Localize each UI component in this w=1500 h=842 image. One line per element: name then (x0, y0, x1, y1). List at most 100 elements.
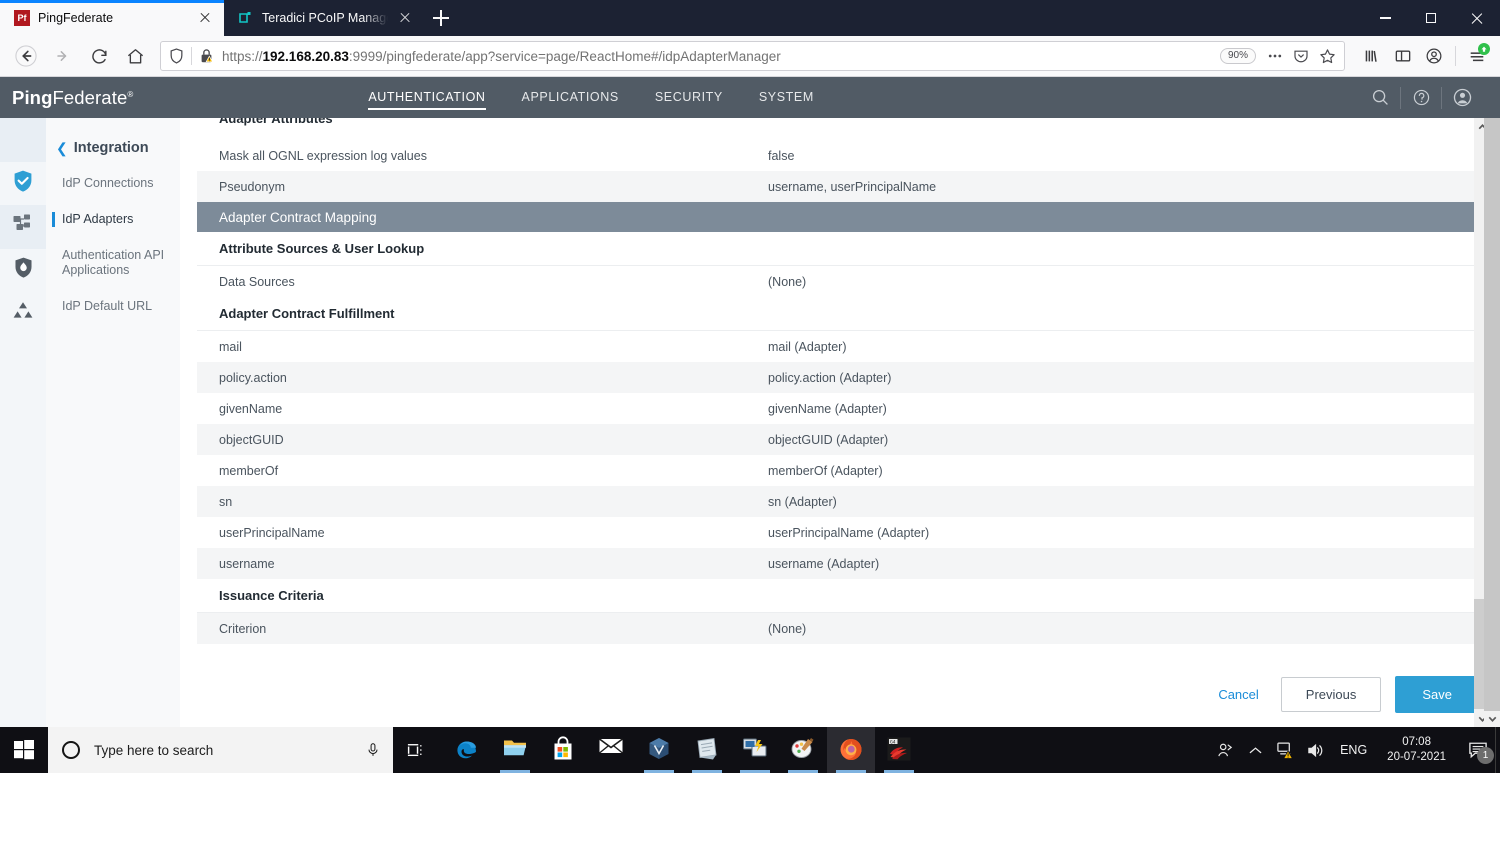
rail-icon-idp-default-url[interactable] (0, 292, 46, 336)
library-icon[interactable] (1357, 40, 1387, 72)
sidebar-item-idp-connections[interactable]: IdP Connections (46, 176, 180, 191)
previous-button[interactable]: Previous (1280, 677, 1382, 712)
people-icon[interactable] (1210, 727, 1240, 773)
chevron-left-icon[interactable]: ❮ (56, 141, 68, 155)
back-button-icon[interactable] (8, 40, 44, 72)
search-placeholder: Type here to search (94, 742, 214, 758)
taskbar-app-firefox[interactable] (827, 727, 875, 773)
sitemap-icon (12, 213, 34, 240)
side-nav-title: Integration (73, 140, 149, 156)
notification-icon[interactable]: 1 (1456, 727, 1500, 773)
search-icon[interactable] (1360, 77, 1400, 118)
minimize-button[interactable] (1362, 0, 1408, 36)
tab-close-icon[interactable] (396, 9, 414, 27)
row-label: Data Sources (219, 274, 295, 289)
row-label: mail (219, 339, 242, 354)
language-indicator[interactable]: ENG (1330, 743, 1377, 757)
taskbar-app-paint[interactable] (779, 727, 827, 773)
browser-tab-strip: Pf PingFederate Teradici PCoIP Managemen… (0, 0, 1500, 36)
taskbar-app-remote-desktop[interactable] (731, 727, 779, 773)
scrollbar-track[interactable] (1484, 118, 1500, 711)
rail-icon-idp-adapters[interactable] (0, 205, 46, 249)
address-bar[interactable]: https://192.168.20.83:9999/pingfederate/… (160, 41, 1345, 71)
cancel-button[interactable]: Cancel (1210, 683, 1266, 706)
nav-applications[interactable]: APPLICATIONS (522, 77, 619, 118)
nav-authentication[interactable]: AUTHENTICATION (368, 77, 486, 118)
sidebar-item-idp-adapters[interactable]: IdP Adapters (46, 212, 180, 227)
section-heading-adapter-contract-fulfillment: Adapter Contract Fulfillment (197, 297, 1483, 331)
bookmark-star-icon[interactable] (1314, 43, 1340, 69)
maximize-button[interactable] (1408, 0, 1454, 36)
tab-close-icon[interactable] (196, 9, 214, 27)
new-tab-button[interactable] (424, 0, 458, 36)
table-row: Criterion (None) (197, 613, 1483, 644)
forward-button-icon[interactable] (46, 40, 80, 72)
tab-title: PingFederate (38, 11, 114, 25)
account-icon[interactable] (1419, 40, 1449, 72)
taskbar-pinned-apps: G4 (443, 727, 923, 773)
save-button[interactable]: Save (1395, 676, 1479, 713)
pf-side-nav: ❮ Integration IdP Connections IdP Adapte… (46, 118, 180, 727)
tracking-protection-shield-icon[interactable] (161, 48, 191, 64)
pf-favicon-icon: Pf (14, 10, 30, 26)
chevron-up-icon[interactable] (1240, 727, 1270, 773)
taskbar-app-red-app[interactable]: G4 (875, 727, 923, 773)
taskbar-app-mail[interactable] (587, 727, 635, 773)
side-nav-title-row[interactable]: ❮ Integration (46, 140, 180, 156)
taskbar-app-file-explorer[interactable] (491, 727, 539, 773)
browser-tab-pingfederate[interactable]: Pf PingFederate (0, 0, 224, 36)
sidebar-item-authentication-api-applications[interactable]: Authentication API Applications (46, 248, 180, 278)
pocket-save-icon[interactable] (1288, 43, 1314, 69)
row-value: policy.action (Adapter) (768, 370, 892, 385)
page-actions-icon[interactable] (1262, 43, 1288, 69)
table-row: Mask all OGNL expression log values fals… (197, 140, 1483, 171)
taskbar-app-sticky-notes[interactable] (683, 727, 731, 773)
pf-icon-rail (0, 118, 46, 727)
shield-flame-icon (13, 256, 34, 284)
menu-icon[interactable] (1462, 40, 1492, 72)
section-band-adapter-contract-mapping: Adapter Contract Mapping (197, 202, 1483, 232)
cluster-icon (12, 300, 34, 327)
nav-system[interactable]: SYSTEM (759, 77, 814, 118)
clock[interactable]: 07:08 20-07-2021 (1377, 735, 1456, 765)
table-row: mail mail (Adapter) (197, 331, 1483, 362)
browser-page-scrollbar[interactable] (1484, 118, 1500, 727)
close-window-button[interactable] (1454, 0, 1500, 36)
browser-tab-teradici[interactable]: Teradici PCoIP Management Co (224, 0, 424, 36)
sidebar-item-idp-default-url[interactable]: IdP Default URL (46, 299, 180, 314)
help-icon[interactable] (1401, 77, 1441, 118)
show-desktop-button[interactable] (1495, 727, 1500, 773)
pf-body: ❮ Integration IdP Connections IdP Adapte… (0, 118, 1500, 727)
rail-icon-idp-connections[interactable] (0, 162, 46, 206)
pf-main-nav: AUTHENTICATION APPLICATIONS SECURITY SYS… (368, 77, 814, 118)
insecure-lock-warning-icon[interactable] (192, 48, 220, 64)
search-input[interactable]: Type here to search (48, 727, 393, 773)
taskbar-app-edge[interactable] (443, 727, 491, 773)
window-controls (1362, 0, 1500, 36)
task-view-icon[interactable] (393, 727, 439, 773)
url-text[interactable]: https://192.168.20.83:9999/pingfederate/… (220, 49, 1220, 64)
scroll-down-arrow-icon[interactable] (1484, 711, 1500, 727)
sidebar-icon[interactable] (1388, 40, 1418, 72)
microphone-icon[interactable] (361, 742, 385, 758)
taskbar-app-microsoft-store[interactable] (539, 727, 587, 773)
reload-button-icon[interactable] (82, 40, 116, 72)
table-row: givenName givenName (Adapter) (197, 393, 1483, 424)
user-avatar-icon[interactable] (1442, 77, 1482, 118)
network-warning-icon[interactable] (1270, 727, 1300, 773)
row-value: objectGUID (Adapter) (768, 432, 889, 447)
windows-start-icon[interactable] (0, 727, 48, 773)
home-button-icon[interactable] (118, 40, 152, 72)
nav-security[interactable]: SECURITY (655, 77, 723, 118)
table-row: Pseudonym username, userPrincipalName (197, 171, 1483, 202)
pf-header-actions (1360, 77, 1482, 118)
firefox-browser-window: Pf PingFederate Teradici PCoIP Managemen… (0, 0, 1500, 727)
row-label: sn (219, 494, 233, 509)
row-label: objectGUID (219, 432, 284, 447)
row-label: username (219, 556, 275, 571)
table-row: memberOf memberOf (Adapter) (197, 455, 1483, 486)
zoom-level-badge[interactable]: 90% (1219, 48, 1256, 64)
volume-icon[interactable] (1300, 727, 1330, 773)
rail-icon-auth-api-applications[interactable] (0, 249, 46, 293)
taskbar-app-virtualbox[interactable] (635, 727, 683, 773)
